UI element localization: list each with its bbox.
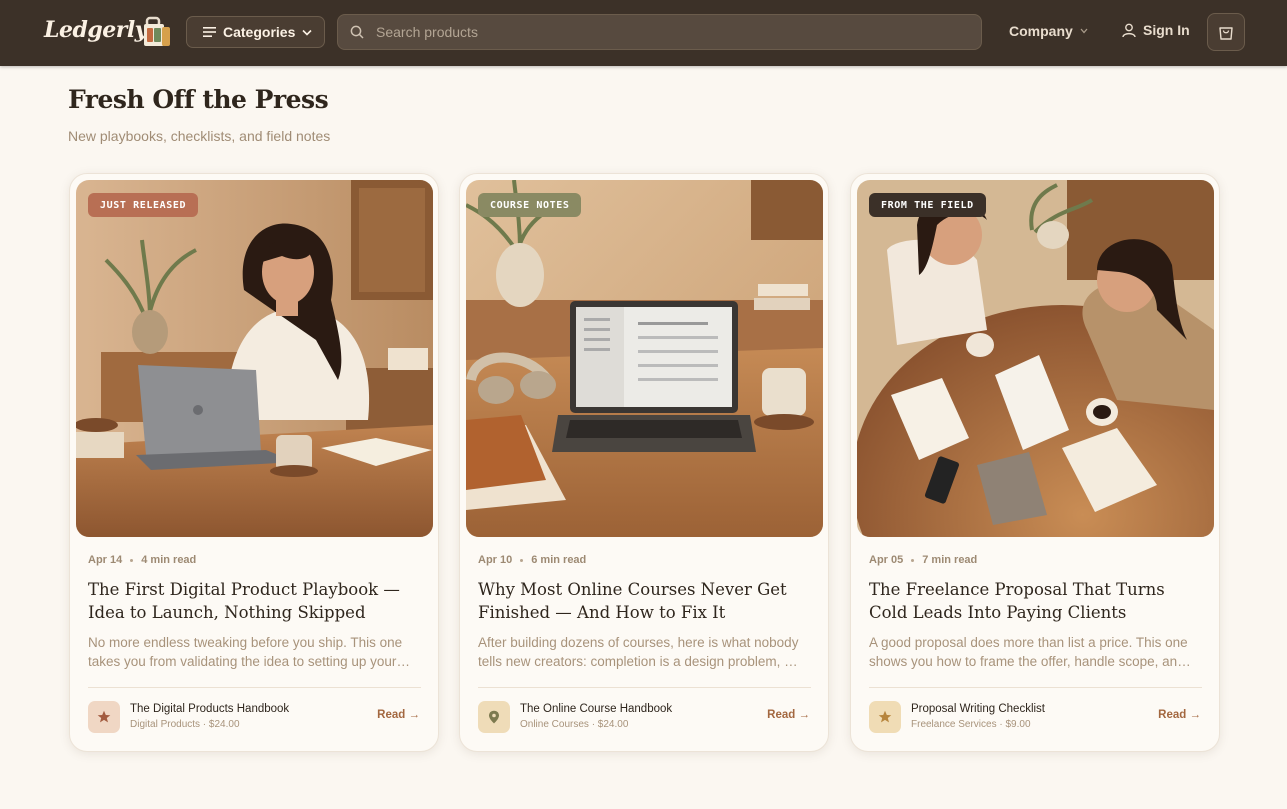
product-meta: Freelance Services · $9.00 <box>911 719 1031 730</box>
map-pin-icon <box>489 710 499 724</box>
product-thumbnail <box>869 701 901 733</box>
laptop-on-desk-illustration <box>466 180 823 537</box>
article-meta: Apr 10 6 min read <box>478 554 586 566</box>
shopping-bag-icon <box>1219 27 1233 40</box>
search-input[interactable] <box>374 23 981 41</box>
cart-button[interactable] <box>1207 13 1245 51</box>
categories-button[interactable]: Categories <box>186 16 325 48</box>
company-label: Company <box>1009 23 1073 39</box>
product-thumbnail <box>88 701 120 733</box>
article-meta: Apr 05 7 min read <box>869 554 977 566</box>
product-meta: Digital Products · $24.00 <box>130 719 240 730</box>
divider <box>88 687 421 688</box>
woman-with-laptop-illustration <box>76 180 433 537</box>
section-subtitle: New playbooks, checklists, and field not… <box>68 128 331 144</box>
article-card[interactable]: FROM THE FIELD Apr 05 7 min read The Fre… <box>850 173 1220 752</box>
product-name[interactable]: The Online Course Handbook <box>520 703 672 715</box>
divider <box>869 687 1202 688</box>
read-time: 6 min read <box>531 554 587 566</box>
company-menu[interactable]: Company <box>1009 23 1088 39</box>
product-name[interactable]: The Digital Products Handbook <box>130 703 289 715</box>
search-icon <box>350 25 364 39</box>
article-date: Apr 05 <box>869 554 904 566</box>
star-icon <box>878 710 892 723</box>
article-title[interactable]: The Freelance Proposal That Turns Cold L… <box>869 578 1204 624</box>
menu-icon <box>203 27 216 37</box>
read-link[interactable]: Read → <box>767 709 810 721</box>
article-title[interactable]: Why Most Online Courses Never Get Finish… <box>478 578 813 624</box>
article-date: Apr 14 <box>88 554 123 566</box>
article-image[interactable]: JUST RELEASED <box>76 180 433 537</box>
product-name[interactable]: Proposal Writing Checklist <box>911 703 1045 715</box>
product-meta: Online Courses · $24.00 <box>520 719 629 730</box>
read-time: 4 min read <box>141 554 197 566</box>
article-excerpt: No more endless tweaking before you ship… <box>88 635 403 669</box>
logo[interactable]: Ledgerly <box>44 17 147 43</box>
separator-dot <box>520 558 524 562</box>
read-link[interactable]: Read → <box>377 709 420 721</box>
read-time: 7 min read <box>922 554 978 566</box>
article-image[interactable]: FROM THE FIELD <box>857 180 1214 537</box>
top-navbar: Ledgerly Categories Company <box>0 0 1287 66</box>
category-badge: COURSE NOTES <box>478 193 582 217</box>
chevron-down-icon <box>1080 28 1088 34</box>
separator-dot <box>130 558 134 562</box>
star-icon <box>97 710 111 723</box>
category-badge: FROM THE FIELD <box>869 193 986 217</box>
shopping-bag-logo-icon <box>144 16 170 46</box>
divider <box>478 687 811 688</box>
separator-dot <box>911 558 915 562</box>
search-bar <box>337 14 982 50</box>
two-women-meeting-illustration <box>857 180 1214 537</box>
article-title[interactable]: The First Digital Product Playbook — Ide… <box>88 578 423 624</box>
chevron-down-icon <box>302 29 312 36</box>
article-date: Apr 10 <box>478 554 513 566</box>
sign-in-button[interactable]: Sign In <box>1122 22 1190 38</box>
category-badge: JUST RELEASED <box>88 193 199 217</box>
sign-in-label: Sign In <box>1143 22 1190 38</box>
read-link[interactable]: Read → <box>1158 709 1201 721</box>
categories-label: Categories <box>223 24 296 40</box>
article-image[interactable]: COURSE NOTES <box>466 180 823 537</box>
article-excerpt: A good proposal does more than list a pr… <box>869 635 1188 669</box>
section-title: Fresh Off the Press <box>68 85 329 114</box>
article-meta: Apr 14 4 min read <box>88 554 196 566</box>
article-excerpt: After building dozens of courses, here i… <box>478 635 803 669</box>
article-card[interactable]: JUST RELEASED Apr 14 4 min read The Firs… <box>69 173 439 752</box>
article-card[interactable]: COURSE NOTES Apr 10 6 min read Why Most … <box>459 173 829 752</box>
product-thumbnail <box>478 701 510 733</box>
user-icon <box>1122 23 1136 37</box>
